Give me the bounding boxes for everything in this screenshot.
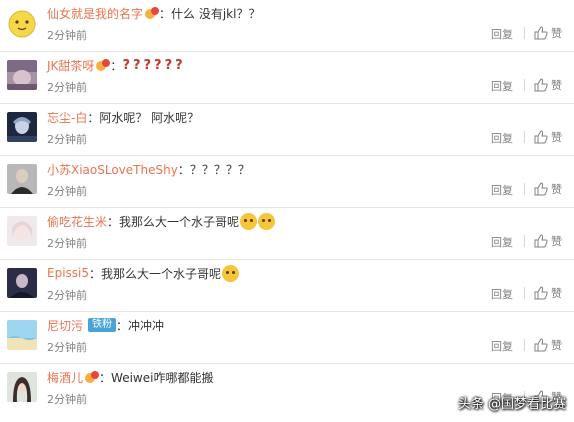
like-label: 赞	[551, 183, 562, 196]
divider	[524, 183, 525, 195]
separator: ：	[177, 162, 190, 177]
username-link[interactable]: 小苏XiaoSLoveTheShy	[47, 161, 178, 178]
divider	[524, 131, 525, 143]
username-link[interactable]: JK甜茶呀	[47, 57, 94, 74]
separator: ：	[159, 6, 172, 21]
username-link[interactable]: 偷吃花生米	[47, 213, 107, 230]
thumbs-up-icon	[534, 182, 548, 196]
comment-item: 仙女就是我的名字 ： 什么 没有jkl？？ 2分钟前 回复 赞	[0, 0, 574, 52]
like-label: 赞	[551, 339, 562, 352]
watermark: 头条 @国梦看比赛	[457, 397, 566, 412]
divider	[524, 287, 525, 299]
thumbs-up-icon	[534, 26, 548, 40]
separator: ：	[110, 58, 123, 73]
reply-button[interactable]: 回复	[491, 78, 513, 94]
username-link[interactable]: 尼切污	[47, 317, 83, 334]
separator: ：	[116, 318, 129, 333]
like-label: 赞	[551, 287, 562, 300]
reply-button[interactable]: 回复	[491, 26, 513, 42]
comment-item: 尼切污 铁粉 ： 冲冲冲 2分钟前 回复 赞	[0, 312, 574, 364]
comment-text: 我那么大一个水子哥呢	[119, 214, 240, 229]
comment-text: ？？？？？	[189, 162, 250, 177]
member-badge-icon	[85, 370, 100, 384]
sad-face-emoji-icon	[240, 212, 258, 230]
thumbs-up-icon	[534, 286, 548, 300]
divider	[524, 27, 525, 39]
separator: ：	[87, 110, 100, 125]
username-link[interactable]: 仙女就是我的名字	[47, 5, 143, 22]
like-button[interactable]: 赞	[534, 285, 562, 301]
username-link[interactable]: Epissi5	[47, 266, 89, 280]
like-button[interactable]: 赞	[534, 129, 562, 145]
comment-time: 2分钟前	[47, 29, 87, 42]
username-link[interactable]: 忘尘-白	[47, 109, 87, 126]
comment-time: 2分钟前	[47, 393, 87, 406]
comment-time: 2分钟前	[47, 133, 87, 146]
avatar[interactable]	[7, 8, 37, 38]
comment-list: 仙女就是我的名字 ： 什么 没有jkl？？ 2分钟前 回复 赞 JK甜茶呀 ： …	[0, 0, 574, 416]
member-badge-icon	[96, 58, 111, 72]
like-button[interactable]: 赞	[534, 77, 562, 93]
like-button[interactable]: 赞	[534, 337, 562, 353]
comment-text: 阿水呢？ 阿水呢？	[99, 110, 200, 125]
avatar[interactable]	[7, 164, 37, 194]
separator: ：	[89, 266, 102, 281]
reply-button[interactable]: 回复	[491, 338, 513, 354]
thumbs-up-icon	[534, 234, 548, 248]
like-button[interactable]: 赞	[534, 233, 562, 249]
comment-text: 我那么大一个水子哥呢	[101, 266, 222, 281]
avatar[interactable]	[7, 268, 37, 298]
fan-level-badge: 铁粉	[88, 318, 117, 332]
comment-time: 2分钟前	[47, 341, 87, 354]
comment-item: 忘尘-白 ： 阿水呢？ 阿水呢？ 2分钟前 回复 赞	[0, 104, 574, 156]
thumbs-up-icon	[534, 130, 548, 144]
comment-time: 2分钟前	[47, 289, 87, 302]
divider	[524, 79, 525, 91]
separator: ：	[107, 214, 120, 229]
divider	[524, 235, 525, 247]
comment-item: JK甜茶呀 ： ?????? 2分钟前 回复 赞	[0, 52, 574, 104]
like-button[interactable]: 赞	[534, 25, 562, 41]
username-link[interactable]: 梅酒儿	[47, 369, 83, 386]
comment-time: 2分钟前	[47, 81, 87, 94]
comment-text: ??????	[122, 57, 186, 73]
comment-item: 小苏XiaoSLoveTheShy ： ？？？？？ 2分钟前 回复 赞	[0, 156, 574, 208]
divider	[524, 339, 525, 351]
member-badge-icon	[145, 6, 160, 20]
thumbs-up-icon	[534, 78, 548, 92]
reply-button[interactable]: 回复	[491, 234, 513, 250]
comment-time: 2分钟前	[47, 185, 87, 198]
avatar[interactable]	[7, 320, 37, 350]
like-label: 赞	[551, 27, 562, 40]
comment-text: 冲冲冲	[128, 318, 165, 333]
comment-text: Weiwei咋哪都能搬	[111, 370, 214, 385]
comment-item: Epissi5 ： 我那么大一个水子哥呢 2分钟前 回复 赞	[0, 260, 574, 312]
like-button[interactable]: 赞	[534, 181, 562, 197]
like-label: 赞	[551, 131, 562, 144]
avatar[interactable]	[7, 372, 37, 402]
thumbs-up-icon	[534, 338, 548, 352]
comment-item: 偷吃花生米 ： 我那么大一个水子哥呢 2分钟前 回复 赞	[0, 208, 574, 260]
separator: ：	[99, 370, 112, 385]
comment-text: 什么 没有jkl？？	[171, 6, 261, 21]
reply-button[interactable]: 回复	[491, 286, 513, 302]
avatar[interactable]	[7, 112, 37, 142]
crying-face-emoji-icon	[222, 264, 240, 282]
avatar[interactable]	[7, 216, 37, 246]
sad-face-emoji-icon	[258, 212, 276, 230]
reply-button[interactable]: 回复	[491, 130, 513, 146]
comment-time: 2分钟前	[47, 237, 87, 250]
reply-button[interactable]: 回复	[491, 182, 513, 198]
like-label: 赞	[551, 235, 562, 248]
like-label: 赞	[551, 79, 562, 92]
avatar[interactable]	[7, 60, 37, 90]
